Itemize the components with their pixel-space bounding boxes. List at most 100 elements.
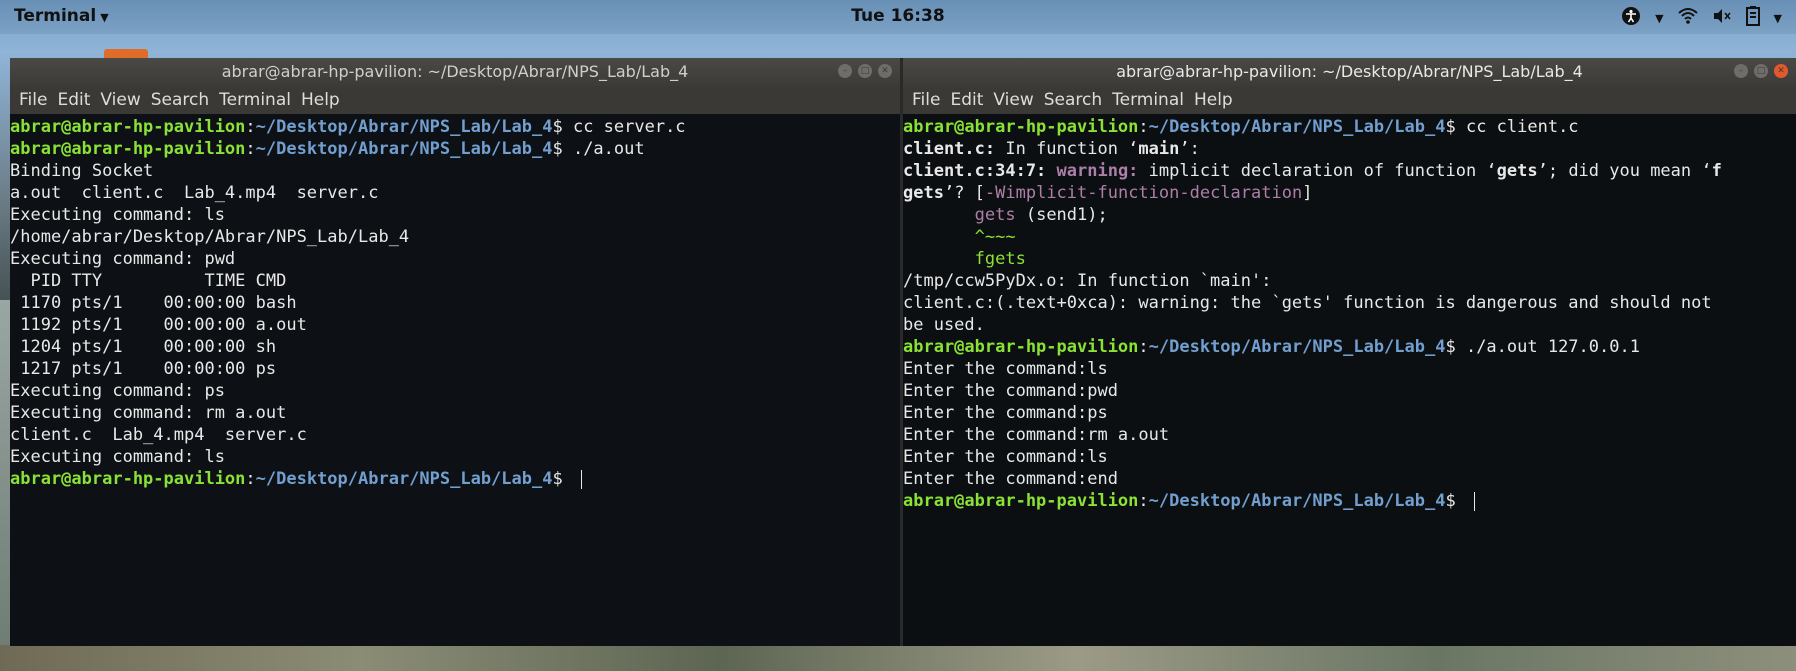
window-titlebar[interactable]: abrar@abrar-hp-pavilion: ~/Desktop/Abrar…: [903, 58, 1796, 86]
prompt-user: abrar@abrar-hp-pavilion: [10, 139, 246, 159]
terminal-line: ^~~~: [903, 226, 1796, 248]
minimize-button[interactable]: –: [838, 64, 852, 78]
chevron-down-icon[interactable]: ▼: [1655, 12, 1663, 25]
menu-edit[interactable]: Edit: [52, 90, 95, 110]
terminal-line: fgets: [903, 248, 1796, 270]
wifi-icon[interactable]: [1677, 7, 1698, 30]
output-text: ]: [1302, 183, 1313, 203]
command-text: ./a.out 127.0.0.1: [1465, 337, 1640, 357]
menu-view[interactable]: View: [988, 90, 1038, 110]
terminal-line: 1204 pts/1 00:00:00 sh: [10, 337, 277, 357]
terminal-output[interactable]: abrar@abrar-hp-pavilion:~/Desktop/Abrar/…: [10, 114, 900, 646]
terminal-line: Executing command: ps: [10, 381, 225, 401]
terminal-line: /home/abrar/Desktop/Abrar/NPS_Lab/Lab_4: [10, 227, 410, 247]
prompt-user: abrar@abrar-hp-pavilion: [10, 469, 246, 489]
terminal-line: abrar@abrar-hp-pavilion:~/Desktop/Abrar/…: [903, 117, 1579, 137]
menu-terminal[interactable]: Terminal: [1107, 90, 1189, 110]
close-button[interactable]: ✕: [1774, 64, 1788, 78]
terminal-line: Executing command: ls: [10, 205, 225, 225]
output-text: ’? [: [943, 183, 985, 203]
maximize-button[interactable]: □: [858, 64, 872, 78]
output-text: In function ‘: [995, 139, 1139, 159]
output-text: client.c:34:7:: [903, 161, 1047, 181]
output-text: client.c:: [903, 139, 996, 159]
menu-edit[interactable]: Edit: [945, 90, 988, 110]
prompt-user: abrar@abrar-hp-pavilion: [903, 337, 1139, 357]
terminal-line: client.c Lab_4.mp4 server.c: [10, 425, 307, 445]
menu-bar: File Edit View Search Terminal Help: [10, 86, 900, 114]
terminal-line: Enter the command:rm a.out: [903, 425, 1170, 445]
prompt-path: ~/Desktop/Abrar/NPS_Lab/Lab_4: [1148, 337, 1446, 357]
terminal-line: be used.: [903, 315, 985, 335]
chevron-down-icon[interactable]: ▼: [1774, 12, 1782, 25]
terminal-line: Executing command: pwd: [10, 249, 236, 269]
terminal-output[interactable]: abrar@abrar-hp-pavilion:~/Desktop/Abrar/…: [903, 114, 1796, 646]
output-text: implicit declaration of function ‘: [1138, 161, 1497, 181]
menu-search[interactable]: Search: [146, 90, 214, 110]
terminal-line: /tmp/ccw5PyDx.o: In function `main':: [903, 271, 1272, 291]
terminal-window-server[interactable]: abrar@abrar-hp-pavilion: ~/Desktop/Abrar…: [10, 58, 900, 646]
terminal-line: Enter the command:ls: [903, 447, 1108, 467]
text-cursor: [1473, 491, 1475, 511]
command-text: ./a.out: [572, 139, 645, 159]
terminal-line: 1217 pts/1 00:00:00 ps: [10, 359, 277, 379]
desktop-ground: [0, 645, 1796, 671]
text-cursor: [580, 469, 582, 489]
output-text: ’:: [1179, 139, 1200, 159]
terminal-line: Enter the command:pwd: [903, 381, 1118, 401]
terminal-window-client[interactable]: abrar@abrar-hp-pavilion: ~/Desktop/Abrar…: [903, 58, 1796, 646]
close-button[interactable]: ✕: [878, 64, 892, 78]
menu-bar: File Edit View Search Terminal Help: [903, 86, 1796, 114]
terminal-line: 1170 pts/1 00:00:00 bash: [10, 293, 297, 313]
battery-icon[interactable]: [1745, 6, 1760, 31]
menu-help[interactable]: Help: [296, 90, 345, 110]
terminal-line: abrar@abrar-hp-pavilion:~/Desktop/Abrar/…: [903, 337, 1640, 357]
output-text: ^~~~: [974, 227, 1016, 247]
clock[interactable]: Tue 16:38: [0, 6, 1796, 26]
window-titlebar[interactable]: abrar@abrar-hp-pavilion: ~/Desktop/Abrar…: [10, 58, 900, 86]
menu-view[interactable]: View: [95, 90, 145, 110]
system-tray[interactable]: ▼ ▼: [1621, 6, 1782, 31]
prompt-user: abrar@abrar-hp-pavilion: [10, 117, 246, 137]
terminal-line: PID TTY TIME CMD: [10, 271, 287, 291]
minimize-button[interactable]: –: [1734, 64, 1748, 78]
warning-flag: -Wimplicit-function-declaration: [984, 183, 1303, 203]
prompt-path: ~/Desktop/Abrar/NPS_Lab/Lab_4: [255, 117, 553, 137]
menu-search[interactable]: Search: [1039, 90, 1107, 110]
command-text: cc client.c: [1465, 117, 1579, 137]
output-text: main: [1138, 139, 1180, 159]
prompt-path: ~/Desktop/Abrar/NPS_Lab/Lab_4: [1148, 491, 1446, 511]
prompt-path: ~/Desktop/Abrar/NPS_Lab/Lab_4: [1148, 117, 1446, 137]
menu-file[interactable]: File: [14, 90, 52, 110]
volume-muted-icon[interactable]: [1712, 7, 1732, 30]
terminal-line: a.out client.c Lab_4.mp4 server.c: [10, 183, 379, 203]
command-text: cc server.c: [572, 117, 686, 137]
output-text: (send1);: [1015, 205, 1108, 225]
menu-file[interactable]: File: [907, 90, 945, 110]
output-text: gets: [1496, 161, 1538, 181]
prompt-user: abrar@abrar-hp-pavilion: [903, 117, 1139, 137]
terminal-line: gets (send1);: [903, 204, 1796, 226]
maximize-button[interactable]: □: [1754, 64, 1768, 78]
terminal-line: client.c:(.text+0xca): warning: the `get…: [903, 293, 1712, 313]
terminal-line: abrar@abrar-hp-pavilion:~/Desktop/Abrar/…: [10, 139, 645, 159]
window-title: abrar@abrar-hp-pavilion: ~/Desktop/Abrar…: [1116, 62, 1583, 81]
menu-terminal[interactable]: Terminal: [214, 90, 296, 110]
terminal-line: abrar@abrar-hp-pavilion:~/Desktop/Abrar/…: [903, 490, 1796, 512]
prompt-user: abrar@abrar-hp-pavilion: [903, 491, 1139, 511]
terminal-line: abrar@abrar-hp-pavilion:~/Desktop/Abrar/…: [10, 117, 686, 137]
menu-help[interactable]: Help: [1189, 90, 1238, 110]
top-bar: Terminal ▼ Tue 16:38 ▼ ▼: [0, 0, 1796, 34]
terminal-line: 1192 pts/1 00:00:00 a.out: [10, 315, 307, 335]
terminal-line: gets’? [-Wimplicit-function-declaration]: [903, 182, 1796, 204]
terminal-line: client.c: In function ‘main’:: [903, 138, 1796, 160]
terminal-line: Executing command: ls: [10, 447, 225, 467]
terminal-line: client.c:34:7: warning: implicit declara…: [903, 160, 1796, 182]
prompt-path: ~/Desktop/Abrar/NPS_Lab/Lab_4: [255, 469, 553, 489]
warning-label: warning:: [1046, 161, 1139, 181]
output-text: fgets: [974, 249, 1026, 269]
terminal-line: Binding Socket: [10, 161, 154, 181]
terminal-line: Enter the command:ls: [903, 359, 1108, 379]
terminal-line: Enter the command:end: [903, 469, 1118, 489]
accessibility-icon[interactable]: [1621, 6, 1641, 31]
